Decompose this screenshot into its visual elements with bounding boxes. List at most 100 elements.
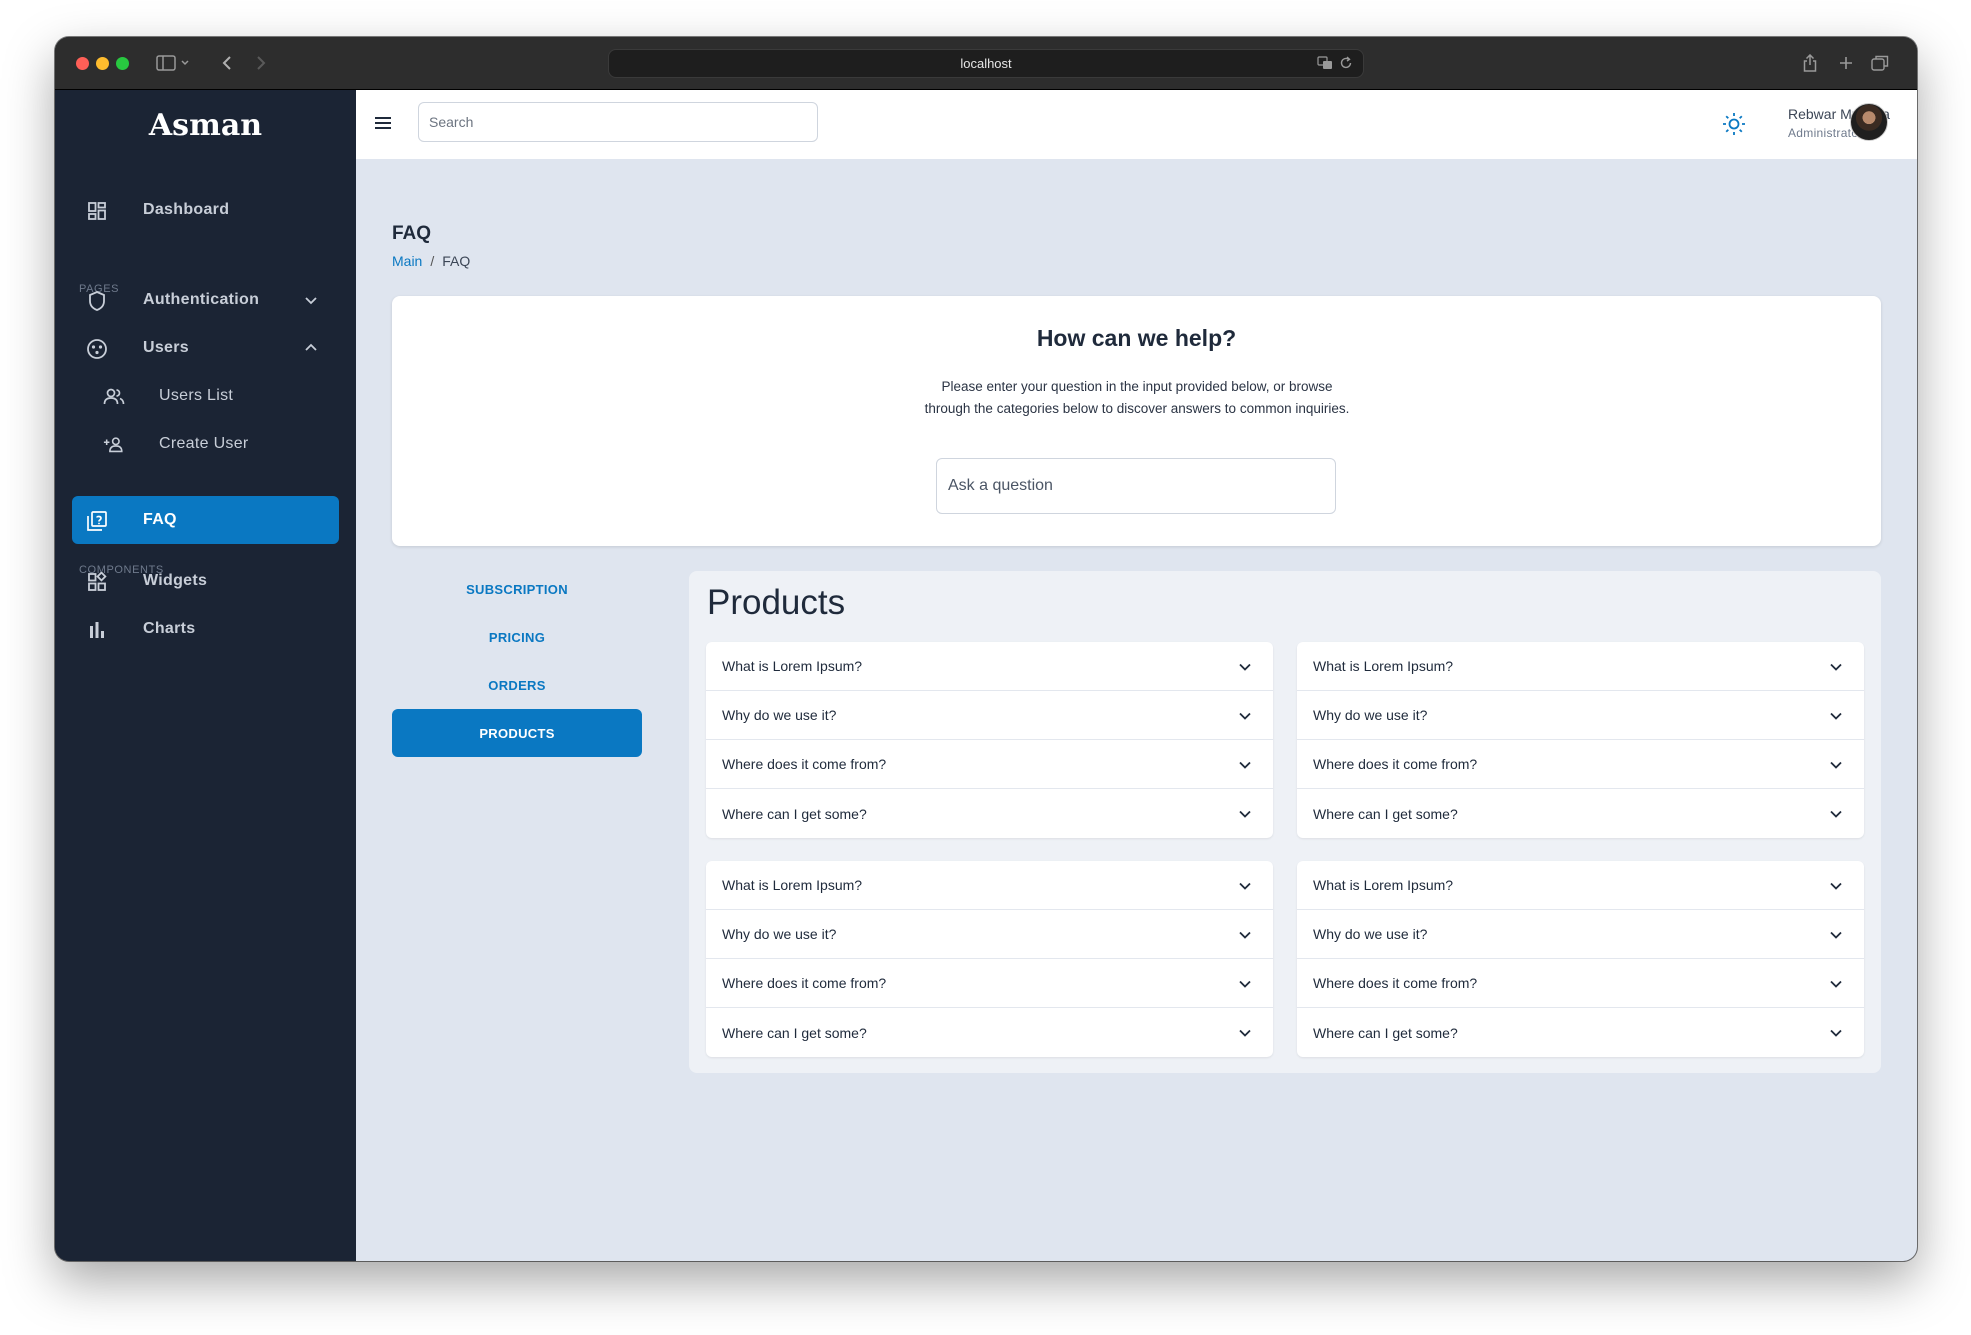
chevron-down-icon <box>1239 1029 1251 1037</box>
faq-icon <box>86 510 108 532</box>
faq-question-text: What is Lorem Ipsum? <box>722 658 863 674</box>
ask-question-input[interactable] <box>936 458 1336 514</box>
chevron-down-icon <box>1830 980 1842 988</box>
share-icon[interactable] <box>1800 52 1820 74</box>
faq-group: What is Lorem Ipsum? Why do we use it? W… <box>1297 861 1864 1057</box>
chevron-down-icon <box>1239 931 1251 939</box>
faq-question-text: Where does it come from? <box>722 756 887 772</box>
sidebar-item-charts[interactable]: Charts <box>72 605 339 653</box>
products-panel: Products What is Lorem Ipsum? Why do we … <box>689 571 1881 1073</box>
back-icon[interactable] <box>217 52 237 74</box>
sidebar-item-label: Users List <box>159 387 234 404</box>
faq-question-text: What is Lorem Ipsum? <box>1313 877 1454 893</box>
faq-question-row[interactable]: Where does it come from? <box>1297 959 1864 1008</box>
sun-theme-toggle-icon[interactable] <box>1721 111 1747 137</box>
page-title: FAQ <box>392 223 432 244</box>
sidebar-item-label: Create User <box>159 435 249 452</box>
faq-group: What is Lorem Ipsum? Why do we use it? W… <box>706 642 1273 838</box>
translate-icon[interactable] <box>1317 56 1333 73</box>
bar-chart-icon <box>86 619 108 641</box>
chevron-down-icon <box>1239 761 1251 769</box>
help-description: Please enter your question in the input … <box>924 379 1350 416</box>
faq-question-row[interactable]: Why do we use it? <box>1297 910 1864 959</box>
chevron-down-icon <box>1830 882 1842 890</box>
sidebar-item-users-list[interactable]: Users List <box>72 372 339 420</box>
faq-question-row[interactable]: Where does it come from? <box>706 740 1273 789</box>
faq-question-row[interactable]: What is Lorem Ipsum? <box>1297 861 1864 910</box>
avatar[interactable] <box>1850 103 1888 141</box>
sidebar-item-create-user[interactable]: Create User <box>72 420 339 468</box>
tab-orders[interactable]: ORDERS <box>392 661 642 709</box>
faq-question-text: Why do we use it? <box>722 707 837 723</box>
faq-question-row[interactable]: Why do we use it? <box>706 691 1273 740</box>
faq-question-row[interactable]: Where can I get some? <box>706 789 1273 838</box>
faq-question-row[interactable]: Where can I get some? <box>1297 1008 1864 1057</box>
sidebar-item-widgets[interactable]: Widgets <box>72 557 339 605</box>
faq-question-row[interactable]: Why do we use it? <box>1297 691 1864 740</box>
users-list-icon <box>103 386 125 408</box>
sidebar-item-label: Charts <box>143 620 196 637</box>
faq-group: What is Lorem Ipsum? Why do we use it? W… <box>706 861 1273 1057</box>
forward-icon[interactable] <box>251 52 271 74</box>
faq-question-row[interactable]: Where can I get some? <box>706 1008 1273 1057</box>
chevron-up-icon <box>305 343 317 351</box>
chevron-down-icon <box>1830 1029 1842 1037</box>
breadcrumb-current: FAQ <box>442 253 471 269</box>
faq-question-row[interactable]: Where does it come from? <box>706 959 1273 1008</box>
minimize-window-button[interactable] <box>96 57 109 70</box>
help-card: How can we help? Please enter your quest… <box>392 296 1881 546</box>
faq-question-row[interactable]: Where does it come from? <box>1297 740 1864 789</box>
add-user-icon <box>103 434 125 456</box>
faq-question-row[interactable]: Why do we use it? <box>706 910 1273 959</box>
url-text: localhost <box>960 56 1012 71</box>
dashboard-icon <box>86 200 108 222</box>
faq-question-text: Where can I get some? <box>722 805 867 822</box>
close-window-button[interactable] <box>76 57 89 70</box>
faq-question-text: Where does it come from? <box>1313 756 1478 772</box>
chevron-down-icon <box>305 297 317 305</box>
faq-question-row[interactable]: What is Lorem Ipsum? <box>706 861 1273 910</box>
sidebar-item-dashboard[interactable]: Dashboard <box>72 186 339 234</box>
sidebar-item-users[interactable]: Users <box>72 324 339 372</box>
tab-pricing[interactable]: PRICING <box>392 613 642 661</box>
tab-products[interactable]: PRODUCTS <box>392 709 642 757</box>
faq-question-text: Why do we use it? <box>1313 707 1428 723</box>
shield-icon <box>86 290 108 312</box>
chevron-down-icon <box>1830 931 1842 939</box>
chevron-down-icon <box>1239 712 1251 720</box>
address-bar[interactable]: localhost <box>608 49 1364 78</box>
faq-question-row[interactable]: What is Lorem Ipsum? <box>1297 642 1864 691</box>
chevron-down-icon <box>1239 980 1251 988</box>
faq-question-row[interactable]: Where can I get some? <box>1297 789 1864 838</box>
breadcrumb-separator: / <box>430 253 435 269</box>
sidebar-toggle-icon[interactable] <box>153 52 193 74</box>
faq-question-text: Where does it come from? <box>722 975 887 991</box>
chevron-down-icon <box>1830 810 1842 818</box>
faq-question-text: Where can I get some? <box>722 1024 867 1041</box>
sidebar-item-label: FAQ <box>143 511 177 528</box>
faq-question-row[interactable]: What is Lorem Ipsum? <box>706 642 1273 691</box>
reload-icon[interactable] <box>1339 56 1353 73</box>
maximize-window-button[interactable] <box>116 57 129 70</box>
brand-logo[interactable]: Asman <box>55 108 356 143</box>
sidebar-item-label: Dashboard <box>143 201 230 218</box>
breadcrumb: Main / FAQ <box>392 253 470 269</box>
faq-question-text: Why do we use it? <box>722 926 837 942</box>
chevron-down-icon <box>1239 663 1251 671</box>
sidebar-item-faq[interactable]: FAQ <box>72 496 339 544</box>
faq-question-text: Where does it come from? <box>1313 975 1478 991</box>
sidebar-item-authentication[interactable]: Authentication <box>72 276 339 324</box>
chevron-down-icon <box>1830 761 1842 769</box>
top-bar: Rebwar Mustafa Administrator <box>356 90 1917 159</box>
faq-question-text: What is Lorem Ipsum? <box>1313 658 1454 674</box>
new-tab-icon[interactable] <box>1836 52 1856 74</box>
sidebar-item-label: Authentication <box>143 291 260 308</box>
sidebar-item-label: Widgets <box>143 572 208 589</box>
search-input[interactable] <box>418 102 818 142</box>
faq-question-text: Where can I get some? <box>1313 805 1458 822</box>
tab-subscription[interactable]: SUBSCRIPTION <box>392 565 642 613</box>
hamburger-menu-icon[interactable] <box>373 113 393 133</box>
main-content: Rebwar Mustafa Administrator FAQ Main / FA… <box>356 90 1917 1261</box>
breadcrumb-link-main[interactable]: Main <box>392 253 422 269</box>
tab-overview-icon[interactable] <box>1870 52 1890 74</box>
